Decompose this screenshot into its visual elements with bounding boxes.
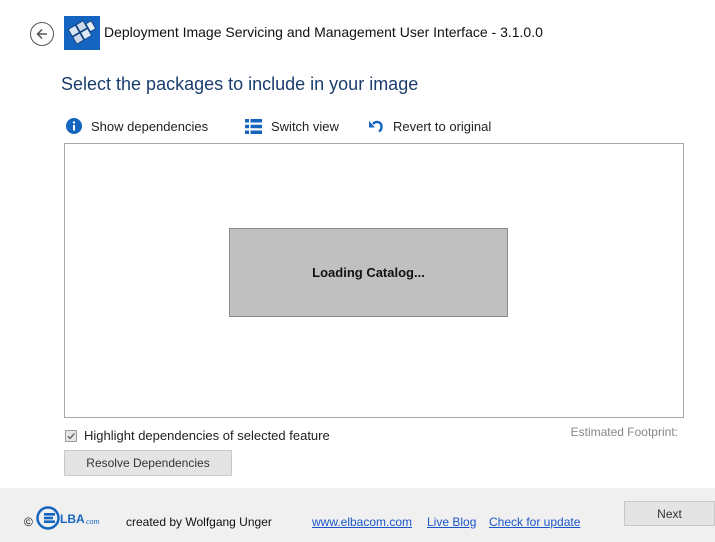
live-blog-link[interactable]: Live Blog <box>427 515 476 529</box>
revert-button[interactable]: Revert to original <box>368 117 491 135</box>
list-view-icon <box>245 118 262 134</box>
highlight-dependencies-option[interactable]: Highlight dependencies of selected featu… <box>65 428 330 443</box>
resolve-dependencies-button[interactable]: Resolve Dependencies <box>64 450 232 476</box>
undo-icon <box>369 120 383 133</box>
loading-catalog-box: Loading Catalog... <box>229 228 508 317</box>
copyright-symbol: © <box>24 515 33 529</box>
check-for-update-link[interactable]: Check for update <box>489 515 580 529</box>
app-logo-icon <box>64 16 100 50</box>
logo-text: LBA <box>60 512 85 526</box>
page-heading: Select the packages to include in your i… <box>61 74 419 94</box>
show-dependencies-button[interactable]: Show dependencies <box>66 117 208 135</box>
estimated-footprint-label: Estimated Footprint: <box>570 425 678 439</box>
elbacom-logo: LBA com <box>36 505 124 536</box>
window-title: Deployment Image Servicing and Managemen… <box>104 24 543 40</box>
logo-suffix: com <box>86 517 100 526</box>
highlight-dependencies-label: Highlight dependencies of selected featu… <box>84 428 330 443</box>
switch-view-label: Switch view <box>271 118 339 134</box>
highlight-dependencies-checkbox[interactable] <box>65 429 77 442</box>
website-link[interactable]: www.elbacom.com <box>312 515 412 529</box>
next-button[interactable]: Next <box>624 501 715 526</box>
info-icon <box>66 118 82 134</box>
switch-view-button[interactable]: Switch view <box>245 117 339 135</box>
back-arrow-icon <box>36 28 47 40</box>
back-button[interactable] <box>30 22 54 46</box>
credit-text: created by Wolfgang Unger <box>126 515 272 529</box>
checkmark-icon <box>67 432 75 439</box>
show-dependencies-label: Show dependencies <box>91 118 209 134</box>
title-bar: Deployment Image Servicing and Managemen… <box>0 0 715 62</box>
loading-text: Loading Catalog... <box>312 265 425 280</box>
revert-label: Revert to original <box>393 118 492 134</box>
